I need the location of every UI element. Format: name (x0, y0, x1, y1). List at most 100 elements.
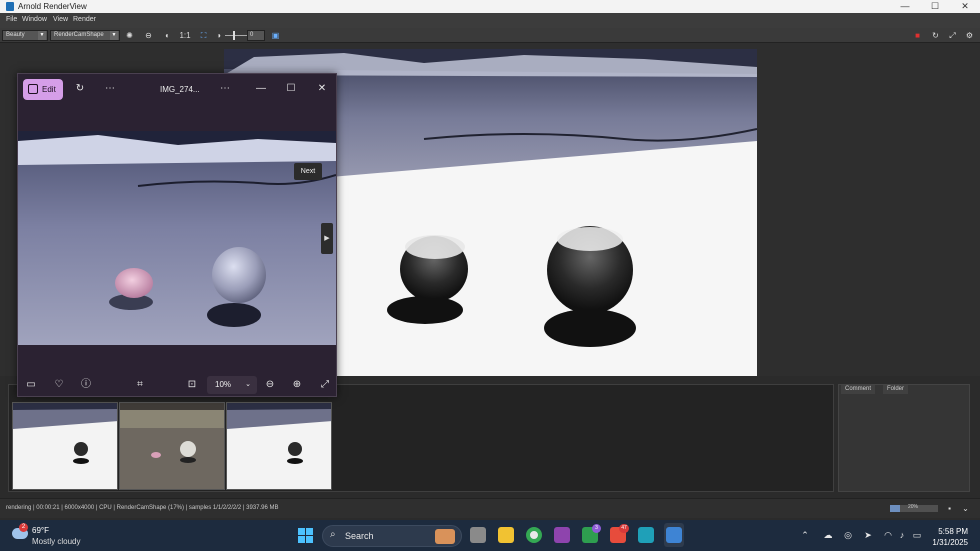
visual-search-icon[interactable]: ⌗ (132, 378, 148, 392)
weather-badge: 2 (19, 523, 28, 532)
ipr-icon[interactable]: ⤢ (947, 30, 958, 41)
window-title: Arnold RenderView (18, 2, 87, 11)
settings-gear-icon[interactable]: ⚙ (964, 30, 975, 41)
refresh-render-icon[interactable]: ↻ (930, 30, 941, 41)
progress-fill (890, 505, 900, 512)
edit-button[interactable]: Edit (23, 79, 63, 100)
menu-view[interactable]: View (53, 16, 68, 23)
tab-folder[interactable]: Folder (883, 385, 909, 394)
menu-render[interactable]: Render (73, 16, 96, 23)
taskbar-search-box[interactable]: ⌕ Search (322, 525, 462, 547)
aov-value: Beauty (6, 32, 25, 38)
maya-icon[interactable] (638, 527, 654, 543)
zoom-in-icon[interactable]: ⊕ (289, 378, 305, 392)
location-icon[interactable]: ➤ (862, 529, 874, 541)
zoom-dropdown[interactable]: 10% ⌄ (207, 376, 257, 394)
menu-window[interactable]: Window (22, 16, 47, 23)
progress-label: 20% (908, 504, 919, 510)
close-button[interactable]: ✕ (950, 0, 980, 13)
crop-region-icon[interactable]: ⊖ (143, 30, 154, 41)
rotate-icon[interactable]: ↻ (72, 82, 88, 96)
minimize-button[interactable]: — (890, 0, 920, 13)
menu-file[interactable]: File (6, 16, 17, 23)
maximize-button[interactable]: ☐ (920, 0, 950, 13)
weather-temperature: 69°F (32, 526, 49, 535)
photos-toolbar: Edit ↻ ⋯ IMG_274... ⋯ — ☐ ✕ (18, 74, 336, 104)
fullscreen-icon[interactable]: ⤢ (317, 378, 333, 392)
task-view-icon[interactable] (470, 527, 486, 543)
exposure-slider-handle[interactable] (233, 31, 235, 40)
render-progress-bar: 20% (890, 504, 938, 512)
windows-start-icon[interactable] (298, 528, 313, 543)
search-label: Search (345, 531, 374, 541)
filmstrip-icon[interactable]: ▭ (23, 378, 39, 392)
more-options-icon[interactable]: ⋯ (217, 82, 233, 96)
photos-viewer-window: Edit ↻ ⋯ IMG_274... ⋯ — ☐ ✕ Next ▶ ▭ ♡ ⓘ… (17, 73, 337, 397)
edit-label: Edit (42, 85, 56, 94)
info-icon[interactable]: ⓘ (78, 378, 94, 392)
volume-icon[interactable]: ♪ (896, 529, 908, 541)
thumbnail-image (120, 403, 224, 489)
thumbnail-image (227, 403, 331, 489)
xbox-badge: 3 (592, 524, 601, 533)
render-status-text: rendering | 00:00:21 | 6000x4000 | CPU |… (6, 505, 279, 511)
search-icon: ⌕ (330, 529, 336, 540)
show-hidden-icons-icon[interactable]: ⌃ (799, 529, 811, 541)
thumbnail-image (13, 403, 117, 489)
stop-render-icon[interactable]: ■ (912, 30, 923, 41)
chevron-down-icon: ▼ (110, 31, 118, 40)
taskbar-clock[interactable]: 5:58 PM 1/31/2025 (928, 526, 968, 548)
status-bar: rendering | 00:00:21 | 6000x4000 | CPU |… (0, 498, 980, 518)
aov-dropdown[interactable]: Beauty ▼ (2, 30, 48, 41)
snapshot-thumbnail[interactable] (12, 402, 118, 490)
chrome-icon[interactable] (526, 527, 542, 543)
info-panel: Comment Folder (838, 384, 970, 492)
tab-comment[interactable]: Comment (841, 385, 876, 394)
wifi-icon[interactable]: ◠ (882, 529, 894, 541)
weather-condition: Mostly cloudy (32, 537, 81, 546)
favorite-heart-icon[interactable]: ♡ (51, 378, 67, 392)
arnold-app-icon (6, 2, 14, 11)
battery-icon[interactable]: ▭ (911, 529, 923, 541)
display-settings-icon[interactable]: ✺ (124, 30, 135, 41)
next-arrow-button[interactable]: ▶ (321, 223, 333, 254)
zoom-out-icon[interactable]: ⊖ (262, 378, 278, 392)
maximize-button[interactable]: ☐ (283, 82, 299, 96)
search-highlight-icon (435, 529, 455, 544)
save-image-icon[interactable]: ▪ (944, 503, 955, 514)
close-button[interactable]: ✕ (314, 82, 330, 96)
photo-image[interactable] (18, 131, 336, 345)
clock-time: 5:58 PM (938, 527, 968, 536)
chevron-down-icon[interactable]: ⌄ (960, 503, 971, 514)
ratio-button[interactable]: 1:1 (178, 30, 192, 41)
camera-dropdown[interactable]: RenderCamShape ▼ (50, 30, 120, 41)
active-app-highlight (664, 523, 684, 547)
snapshot-thumbnail[interactable] (119, 402, 225, 490)
title-bar: Arnold RenderView — ☐ ✕ (0, 0, 980, 13)
photo-scene-image (18, 131, 336, 345)
render-toolbar: Beauty ▼ RenderCamShape ▼ ✺ ⊖ ◐ 1:1 ⛶ ◑ 0 … (0, 28, 980, 43)
next-tooltip: Next (294, 163, 322, 180)
chevron-down-icon: ▼ (38, 31, 46, 40)
camera-value: RenderCamShape (54, 32, 104, 38)
channel-icon[interactable]: ◐ (162, 30, 173, 41)
menu-bar: File Window View Render (0, 13, 980, 28)
app-icon[interactable] (554, 527, 570, 543)
exposure-field[interactable]: 0 (247, 30, 265, 41)
more-options-icon[interactable]: ⋯ (102, 82, 118, 96)
actual-size-icon[interactable]: ⊡ (184, 378, 200, 392)
frame-icon[interactable]: ⛶ (198, 30, 209, 41)
file-explorer-icon[interactable] (498, 527, 514, 543)
edit-icon (28, 84, 38, 94)
exposure-slider[interactable] (225, 35, 247, 36)
clock-date: 1/31/2025 (932, 538, 968, 547)
snapshot-thumbnail[interactable] (226, 402, 332, 490)
games-badge: 47 (619, 524, 629, 533)
creative-cloud-icon[interactable]: ◎ (842, 529, 854, 541)
cloud-sync-icon[interactable]: ☁ (822, 529, 834, 541)
minimize-button[interactable]: — (253, 82, 269, 96)
exposure-icon: ◑ (216, 31, 221, 40)
photos-bottom-bar: ▭ ♡ ⓘ ⌗ ⊡ 10% ⌄ ⊖ ⊕ ⤢ (18, 374, 336, 396)
chevron-down-icon: ⌄ (245, 381, 251, 388)
snapshot-icon[interactable]: ▣ (270, 30, 281, 41)
